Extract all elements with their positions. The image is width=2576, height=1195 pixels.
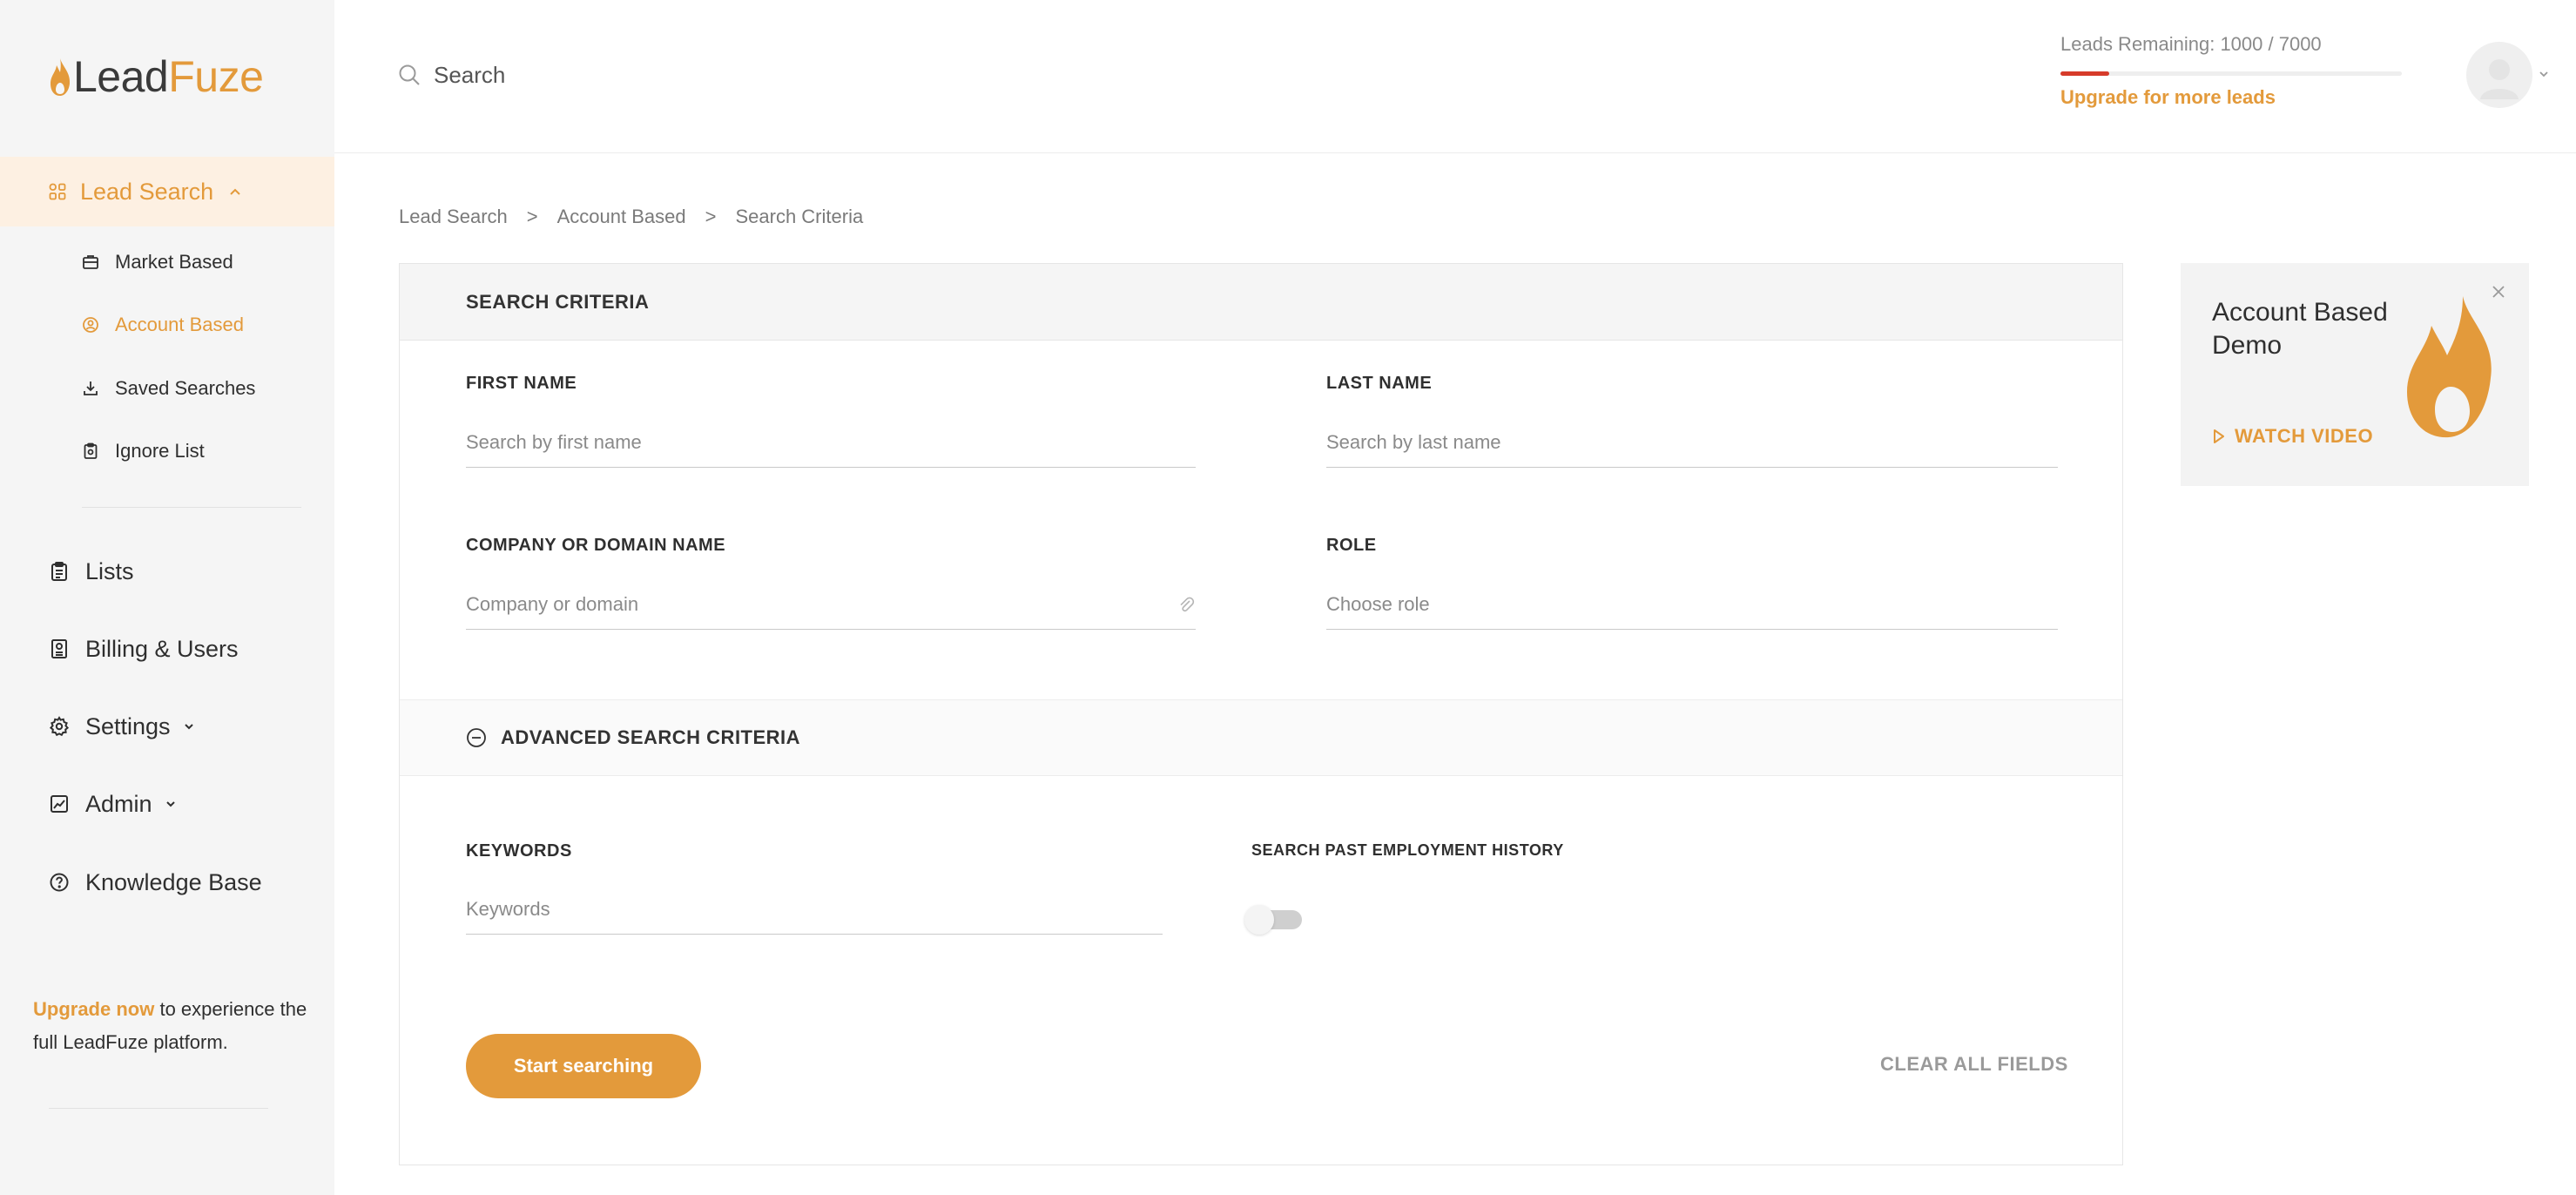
sidebar-item-label: Settings — [85, 712, 171, 739]
sidebar-item-settings[interactable]: Settings — [49, 707, 195, 746]
user-silhouette-icon — [2480, 59, 2519, 99]
upgrade-promo: Upgrade now to experience the full LeadF… — [33, 993, 312, 1059]
last-name-input[interactable] — [1326, 430, 2058, 454]
sidebar-item-label: Lists — [85, 557, 134, 584]
toggle-knob — [1244, 905, 1274, 935]
clear-all-fields-button[interactable]: CLEAR ALL FIELDS — [1880, 1053, 2067, 1076]
avatar[interactable] — [2466, 42, 2532, 108]
search-criteria-card: SEARCH CRITERIA FIRST NAME LAST NAME COM… — [399, 263, 2123, 1165]
employment-history-label: SEARCH PAST EMPLOYMENT HISTORY — [1251, 841, 1564, 859]
role-input[interactable] — [1326, 592, 2058, 616]
keywords-field[interactable] — [466, 884, 1163, 935]
breadcrumb-item-account-based[interactable]: Account Based — [557, 206, 686, 228]
receipt-icon — [51, 639, 67, 658]
sidebar-subitem-saved-searches[interactable]: Saved Searches — [82, 371, 255, 406]
briefcase-icon — [83, 255, 98, 269]
sidebar-subitem-label: Ignore List — [115, 440, 205, 462]
role-field[interactable] — [1326, 579, 2058, 630]
last-name-label: LAST NAME — [1326, 374, 1433, 393]
logo-text-accent: Fuze — [168, 52, 264, 101]
sidebar-item-knowledge-base[interactable]: Knowledge Base — [49, 863, 262, 901]
leads-remaining-widget: Leads Remaining: 1000 / 7000 Upgrade for… — [2060, 33, 2409, 109]
download-icon — [84, 381, 98, 395]
breadcrumb-item-lead-search[interactable]: Lead Search — [399, 206, 508, 228]
help-circle-icon — [50, 873, 69, 892]
flame-illustration-icon — [2407, 296, 2492, 438]
gear-icon — [49, 716, 70, 737]
upgrade-leads-link[interactable]: Upgrade for more leads — [2060, 86, 2409, 109]
clipboard-block-icon — [84, 442, 98, 459]
demo-card: Account Based Demo WATCH VIDEO — [2181, 263, 2529, 486]
sidebar: LeadFuze Lead Search Market Based Accoun… — [0, 0, 334, 1195]
keywords-label: KEYWORDS — [466, 841, 572, 861]
clipboard-icon — [51, 562, 67, 581]
first-name-field[interactable] — [466, 417, 1196, 468]
chevron-down-icon[interactable] — [2538, 70, 2550, 78]
sidebar-subitem-label: Market Based — [115, 251, 233, 273]
start-searching-button[interactable]: Start searching — [466, 1034, 701, 1098]
breadcrumb-separator: > — [705, 206, 717, 227]
sidebar-item-billing-users[interactable]: Billing & Users — [49, 630, 239, 668]
leadfuze-logo[interactable]: LeadFuze — [49, 49, 264, 105]
global-search[interactable] — [397, 56, 782, 94]
sidebar-item-label: Billing & Users — [85, 635, 239, 662]
account-circle-icon — [83, 317, 98, 333]
demo-title: Account Based Demo — [2212, 298, 2388, 360]
sidebar-subitem-label: Account Based — [115, 314, 244, 335]
chart-icon — [51, 795, 68, 813]
chevron-up-icon — [230, 188, 240, 195]
last-name-field[interactable] — [1326, 417, 2058, 468]
watch-video-label: WATCH VIDEO — [2235, 425, 2374, 447]
search-criteria-header: SEARCH CRITERIA — [400, 264, 2122, 341]
employment-history-toggle[interactable] — [1244, 905, 1304, 935]
company-field[interactable] — [466, 579, 1196, 630]
keywords-input[interactable] — [466, 897, 1163, 921]
grid-icon — [49, 183, 66, 200]
top-bar: Leads Remaining: 1000 / 7000 Upgrade for… — [334, 0, 2576, 153]
breadcrumb: Lead Search > Account Based > Search Cri… — [399, 206, 863, 228]
company-input[interactable] — [466, 592, 1177, 616]
sidebar-item-lists[interactable]: Lists — [49, 552, 134, 591]
sidebar-item-label: Admin — [85, 790, 152, 817]
breadcrumb-separator: > — [526, 206, 538, 227]
upgrade-now-link[interactable]: Upgrade now — [33, 998, 154, 1020]
first-name-label: FIRST NAME — [466, 374, 577, 393]
leads-progress-fill — [2060, 71, 2110, 76]
leads-remaining-text: Leads Remaining: 1000 / 7000 — [2060, 33, 2322, 55]
advanced-search-toggle[interactable]: ADVANCED SEARCH CRITERIA — [400, 699, 2122, 776]
sidebar-subitem-ignore-list[interactable]: Ignore List — [82, 434, 205, 469]
flame-logo-icon — [51, 58, 71, 96]
paperclip-icon[interactable] — [1177, 595, 1196, 614]
role-label: ROLE — [1326, 536, 1377, 555]
first-name-input[interactable] — [466, 430, 1196, 454]
collapse-minus-icon — [467, 728, 486, 747]
sidebar-subitem-account-based[interactable]: Account Based — [82, 307, 244, 342]
company-label: COMPANY OR DOMAIN NAME — [466, 536, 726, 555]
leads-progress-bar — [2060, 71, 2402, 76]
sidebar-divider — [82, 507, 301, 508]
logo-text-dark: Lead — [73, 52, 169, 101]
sidebar-divider — [49, 1108, 268, 1109]
sidebar-item-label: Knowledge Base — [85, 868, 262, 895]
logo-text: LeadFuze — [73, 51, 264, 102]
breadcrumb-item-search-criteria: Search Criteria — [735, 206, 864, 227]
chevron-down-icon — [165, 801, 175, 807]
sidebar-item-admin[interactable]: Admin — [49, 785, 177, 823]
sidebar-item-lead-search[interactable]: Lead Search — [0, 157, 334, 226]
chevron-down-icon — [184, 724, 193, 730]
sidebar-subitem-label: Saved Searches — [115, 377, 256, 399]
advanced-search-title: ADVANCED SEARCH CRITERIA — [501, 726, 801, 748]
sidebar-item-label: Lead Search — [80, 178, 214, 205]
search-input[interactable] — [434, 61, 782, 89]
play-icon — [2214, 429, 2224, 443]
sidebar-subitem-market-based[interactable]: Market Based — [82, 245, 233, 280]
search-icon — [399, 64, 420, 85]
watch-video-link[interactable]: WATCH VIDEO — [2212, 425, 2373, 448]
